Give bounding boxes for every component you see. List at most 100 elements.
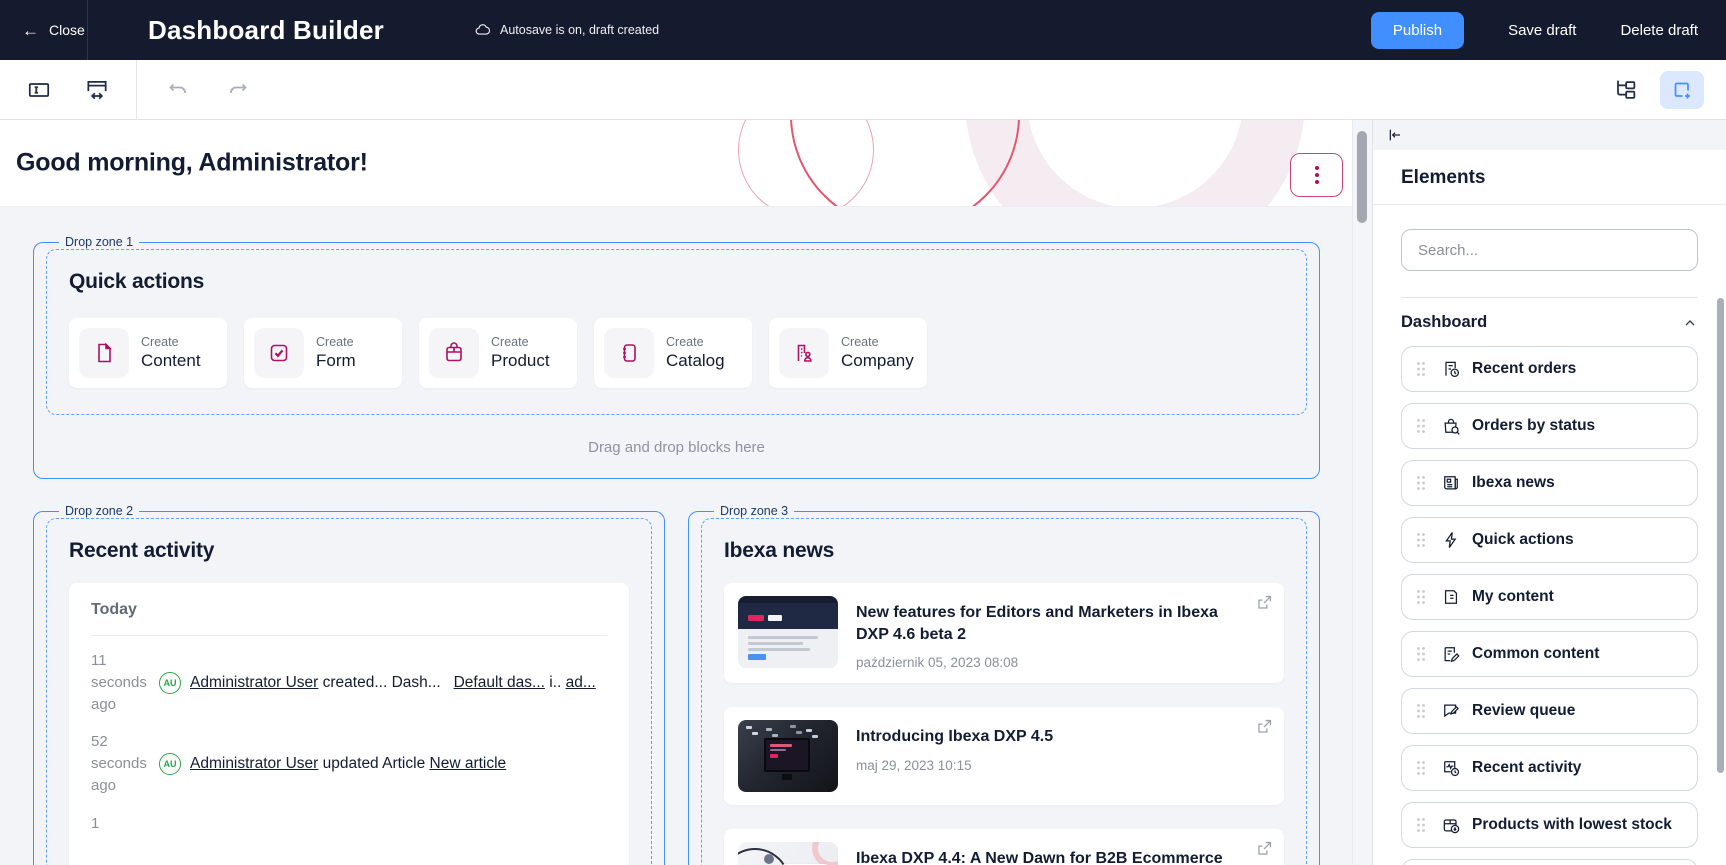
company-building-icon [779, 328, 829, 378]
viewport-width-icon[interactable] [80, 73, 114, 107]
panel-scrollbar-thumb[interactable] [1717, 298, 1724, 773]
create-content-card[interactable]: Create Content [69, 318, 227, 388]
open-external-icon[interactable] [1255, 593, 1274, 612]
recent-activity-block[interactable]: Recent activity Today 11 seconds ago AU … [46, 518, 652, 865]
element-label: Ibexa news [1472, 474, 1555, 492]
element-label: Review queue [1472, 702, 1575, 720]
divider [1401, 297, 1698, 298]
autosave-status: Autosave is on, draft created [474, 22, 659, 39]
elements-panel: Elements Dashboard Recent orders [1372, 120, 1726, 865]
toolbar-right-group [1608, 71, 1726, 109]
kebab-icon [1315, 166, 1319, 184]
element-item-partial[interactable] [1401, 859, 1698, 865]
recent-activity-card: Today 11 seconds ago AU Administrator Us… [69, 583, 629, 865]
recent-activity-heading: Recent activity [69, 539, 629, 563]
create-product-card[interactable]: Create Product [419, 318, 577, 388]
content-file-icon [79, 328, 129, 378]
element-item-ibexa-news[interactable]: Ibexa news [1401, 460, 1698, 506]
panel-title: Elements [1401, 167, 1698, 189]
activity-timestamp: 52 seconds ago [91, 731, 149, 796]
cloud-icon [474, 22, 491, 39]
user-link[interactable]: Administrator User [190, 755, 318, 772]
activity-row: 11 seconds ago AU Administrator User cre… [91, 650, 607, 715]
element-item-my-content[interactable]: My content [1401, 574, 1698, 620]
drag-handle-icon[interactable] [1416, 646, 1426, 662]
news-thumbnail [738, 842, 838, 865]
news-item[interactable]: Introducing Ibexa DXP 4.5 maj 29, 2023 1… [724, 707, 1284, 805]
target-link[interactable]: Default das... [454, 674, 545, 691]
redo-icon[interactable] [221, 73, 255, 107]
card-eyebrow: Create [141, 335, 201, 349]
drag-handle-icon[interactable] [1416, 817, 1426, 833]
main-scrollbar-thumb[interactable] [1357, 131, 1367, 223]
products-lowest-stock-icon [1441, 815, 1461, 835]
news-list: New features for Editors and Marketers i… [724, 583, 1284, 865]
recent-orders-icon [1441, 359, 1461, 379]
element-item-review-queue[interactable]: Review queue [1401, 688, 1698, 734]
context-menu-button[interactable] [1290, 153, 1343, 197]
open-external-icon[interactable] [1255, 717, 1274, 736]
news-item[interactable]: New features for Editors and Marketers i… [724, 583, 1284, 683]
dashboard-section-header[interactable]: Dashboard [1401, 313, 1698, 332]
element-label: Common content [1472, 645, 1599, 663]
close-button[interactable]: ← Close [0, 0, 88, 60]
open-external-icon[interactable] [1255, 839, 1274, 858]
activity-action: i.. [545, 674, 566, 691]
element-label: Quick actions [1472, 531, 1574, 549]
drop-placeholder: Drag and drop blocks here [46, 439, 1307, 464]
quick-actions-block[interactable]: Quick actions Create Content [46, 249, 1307, 415]
panel-body: Dashboard Recent orders [1373, 205, 1726, 865]
news-title[interactable]: Introducing Ibexa DXP 4.5 [856, 726, 1053, 748]
target-link[interactable]: ad... [566, 674, 596, 691]
element-item-quick-actions[interactable]: Quick actions [1401, 517, 1698, 563]
card-eyebrow: Create [316, 335, 356, 349]
element-item-products-lowest-stock[interactable]: Products with lowest stock [1401, 802, 1698, 848]
avatar: AU [159, 672, 181, 694]
catalog-notebook-icon [604, 328, 654, 378]
autosave-text: Autosave is on, draft created [500, 23, 659, 37]
create-form-card[interactable]: Create Form [244, 318, 402, 388]
drag-handle-icon[interactable] [1416, 532, 1426, 548]
publish-button[interactable]: Publish [1371, 12, 1464, 49]
activity-timestamp: 1 [91, 813, 149, 835]
drag-handle-icon[interactable] [1416, 589, 1426, 605]
user-link[interactable]: Administrator User [190, 674, 318, 691]
drag-handle-icon[interactable] [1416, 418, 1426, 434]
news-item[interactable]: Ibexa DXP 4.4: A New Dawn for B2B Ecomme… [724, 829, 1284, 865]
drag-handle-icon[interactable] [1416, 475, 1426, 491]
drag-handle-icon[interactable] [1416, 760, 1426, 776]
drop-zone-1[interactable]: Drop zone 1 Quick actions Create Content [33, 235, 1320, 479]
target-link[interactable]: New article [430, 755, 507, 772]
topbar-actions: Publish Save draft Delete draft [1371, 12, 1726, 49]
element-item-common-content[interactable]: Common content [1401, 631, 1698, 677]
drop-zone-2[interactable]: Drop zone 2 Recent activity Today 11 sec… [33, 504, 665, 865]
collapse-panel-icon[interactable] [1387, 127, 1403, 143]
element-item-orders-by-status[interactable]: Orders by status [1401, 403, 1698, 449]
panel-header: Elements [1373, 150, 1726, 205]
news-title[interactable]: New features for Editors and Marketers i… [856, 602, 1226, 645]
drop-zones-row: Drop zone 2 Recent activity Today 11 sec… [33, 504, 1320, 865]
delete-draft-button[interactable]: Delete draft [1620, 22, 1698, 39]
create-catalog-card[interactable]: Create Catalog [594, 318, 752, 388]
drag-handle-icon[interactable] [1416, 703, 1426, 719]
text-field-block-icon[interactable] [22, 73, 56, 107]
element-item-recent-orders[interactable]: Recent orders [1401, 346, 1698, 392]
element-item-recent-activity[interactable]: Recent activity [1401, 745, 1698, 791]
my-content-icon [1441, 587, 1461, 607]
undo-icon[interactable] [161, 73, 195, 107]
news-title[interactable]: Ibexa DXP 4.4: A New Dawn for B2B Ecomme… [856, 848, 1223, 865]
drop-zone-2-label: Drop zone 2 [59, 504, 139, 518]
drag-handle-icon[interactable] [1416, 361, 1426, 377]
save-draft-button[interactable]: Save draft [1508, 22, 1576, 39]
drop-zone-3[interactable]: Drop zone 3 Ibexa news New features for … [688, 504, 1320, 865]
activity-timestamp: 11 seconds ago [91, 650, 149, 715]
ibexa-news-block[interactable]: Ibexa news New features for Editors and … [701, 518, 1307, 865]
chevron-up-icon[interactable] [1682, 315, 1698, 331]
search-input[interactable] [1401, 229, 1698, 271]
activity-action: created... Dash... [318, 674, 453, 691]
card-title: Content [141, 351, 201, 371]
decorative-circle [790, 120, 1020, 207]
structure-tree-icon[interactable] [1608, 73, 1642, 107]
create-company-card[interactable]: Create Company [769, 318, 927, 388]
add-block-icon[interactable] [1660, 71, 1704, 109]
